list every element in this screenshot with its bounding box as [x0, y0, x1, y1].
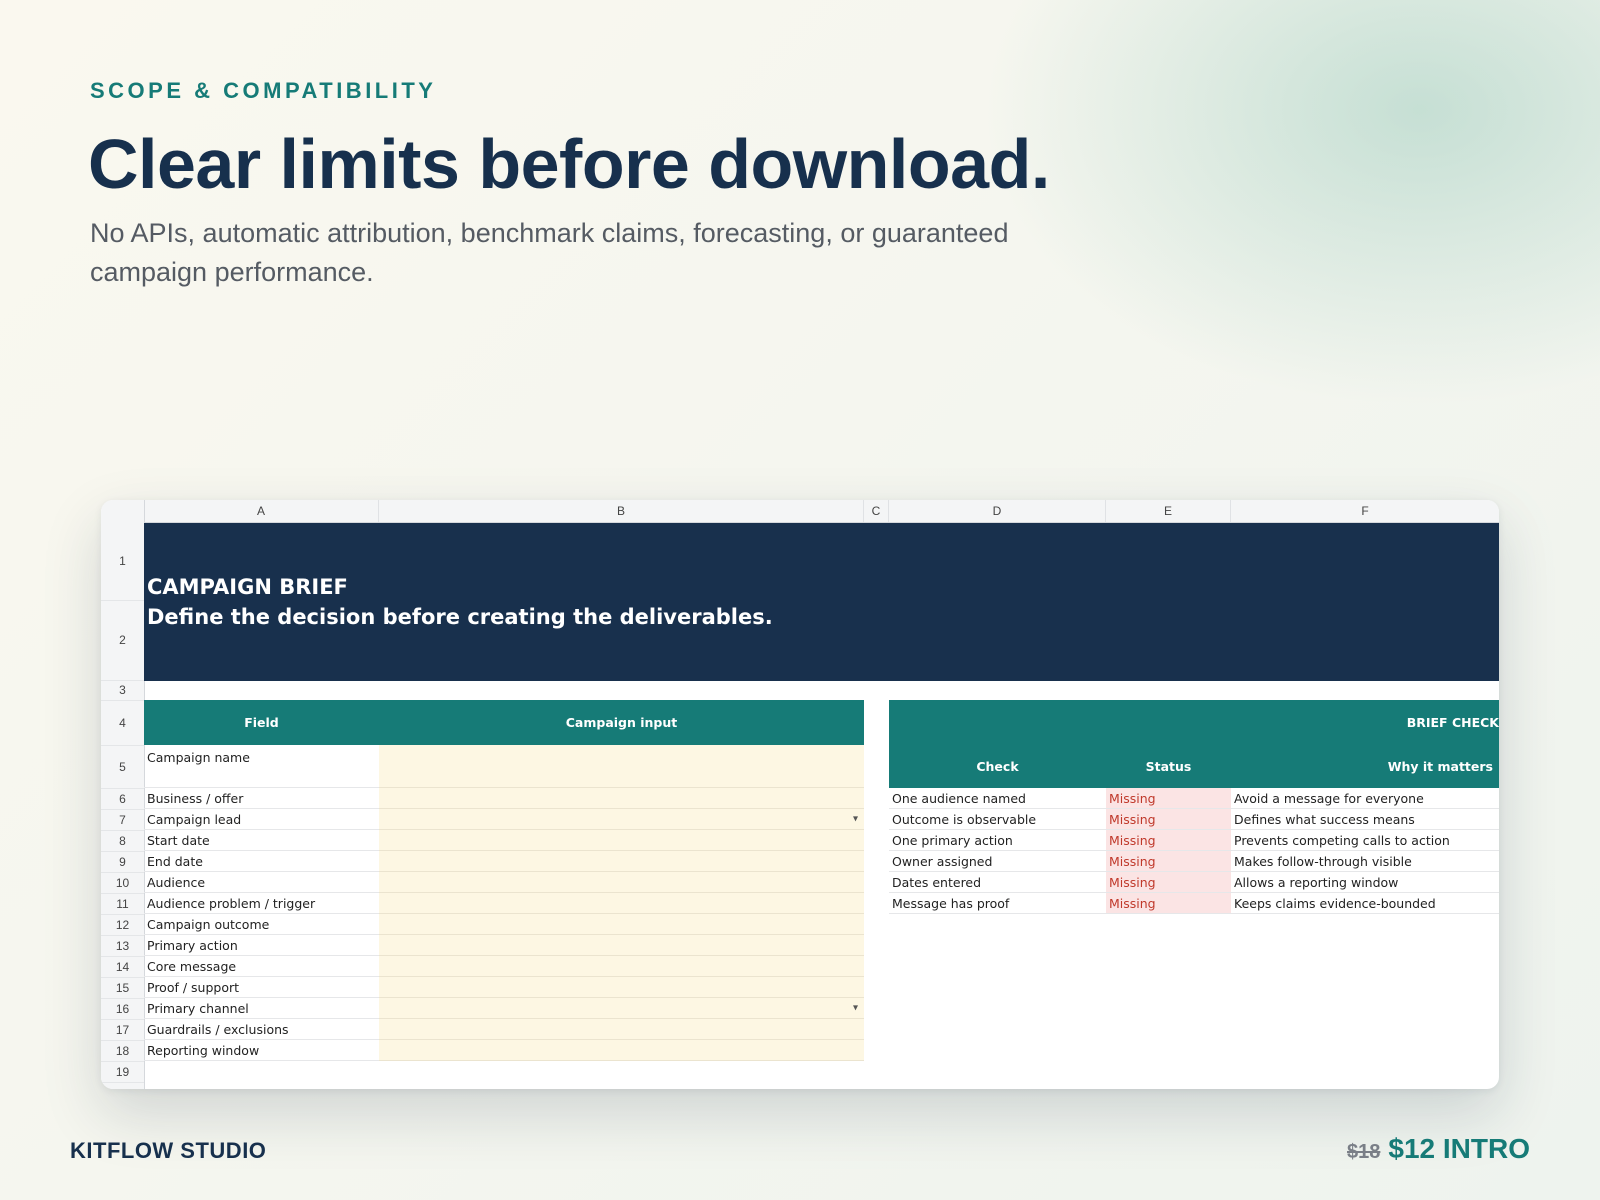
- field-label[interactable]: Primary action: [144, 935, 379, 956]
- why-it-matters-text[interactable]: Avoid a message for everyone: [1231, 788, 1499, 809]
- check-item[interactable]: Message has proof: [889, 893, 1106, 914]
- why-it-matters-text[interactable]: Makes follow-through visible: [1231, 851, 1499, 872]
- campaign-input-cell[interactable]: [379, 788, 864, 809]
- row-header[interactable]: 18: [101, 1040, 144, 1062]
- why-it-matters-column-header[interactable]: Why it matters: [1231, 745, 1499, 788]
- row-header[interactable]: 15: [101, 977, 144, 999]
- check-item[interactable]: One audience named: [889, 788, 1106, 809]
- campaign-input-cell[interactable]: [379, 1040, 864, 1061]
- row-header[interactable]: 17: [101, 1019, 144, 1041]
- row-header[interactable]: 11: [101, 893, 144, 915]
- check-item[interactable]: One primary action: [889, 830, 1106, 851]
- status-badge[interactable]: Missing: [1106, 872, 1231, 893]
- status-badge[interactable]: Missing: [1106, 809, 1231, 830]
- field-label[interactable]: Core message: [144, 956, 379, 977]
- dropdown-arrow-icon[interactable]: ▾: [853, 814, 858, 825]
- column-header-f[interactable]: F: [1231, 500, 1499, 522]
- column-headers: A B C D E F: [101, 500, 1499, 523]
- status-badge[interactable]: Missing: [1106, 893, 1231, 914]
- field-column-header[interactable]: Field: [144, 700, 379, 745]
- eyebrow-label: SCOPE & COMPATIBILITY: [90, 78, 437, 103]
- row-header[interactable]: 9: [101, 851, 144, 873]
- brand-name: KITFLOW STUDIO: [70, 1138, 267, 1163]
- banner-subtitle: Define the decision before creating the …: [147, 605, 773, 629]
- brief-check-title[interactable]: BRIEF CHECK: [889, 700, 1499, 745]
- row-header[interactable]: 12: [101, 914, 144, 936]
- campaign-input-cell[interactable]: ▾: [379, 809, 864, 830]
- why-it-matters-text[interactable]: Defines what success means: [1231, 809, 1499, 830]
- why-it-matters-text[interactable]: Keeps claims evidence-bounded: [1231, 893, 1499, 914]
- headline: Clear limits before download.: [88, 125, 1050, 203]
- column-header-d[interactable]: D: [889, 500, 1106, 522]
- row-header[interactable]: 13: [101, 935, 144, 957]
- field-label[interactable]: Audience problem / trigger: [144, 893, 379, 914]
- campaign-input-cell[interactable]: [379, 745, 864, 788]
- campaign-input-cell[interactable]: [379, 893, 864, 914]
- row-header[interactable]: 2: [101, 600, 144, 681]
- column-header-b[interactable]: B: [379, 500, 864, 522]
- row-header[interactable]: 16: [101, 998, 144, 1020]
- row-header[interactable]: 19: [101, 1061, 144, 1083]
- field-label[interactable]: Business / offer: [144, 788, 379, 809]
- banner-title: CAMPAIGN BRIEF: [147, 575, 348, 599]
- row-header[interactable]: 1: [101, 522, 144, 601]
- why-it-matters-text[interactable]: Allows a reporting window: [1231, 872, 1499, 893]
- price-tag: $18 $12 INTRO: [1347, 1133, 1530, 1165]
- old-price: $18: [1347, 1141, 1381, 1163]
- field-label[interactable]: Audience: [144, 872, 379, 893]
- column-header-a[interactable]: A: [144, 500, 379, 522]
- field-label[interactable]: Campaign name: [144, 745, 379, 788]
- row-headers: 1 2 3 4 5 6 7 8 9 10 11 12 13 14 15 16 1…: [101, 522, 145, 1089]
- campaign-input-cell[interactable]: [379, 914, 864, 935]
- column-header-c[interactable]: C: [864, 500, 889, 522]
- check-column-header[interactable]: Check: [889, 745, 1106, 788]
- field-label[interactable]: Campaign lead: [144, 809, 379, 830]
- status-badge[interactable]: Missing: [1106, 830, 1231, 851]
- field-label[interactable]: Guardrails / exclusions: [144, 1019, 379, 1040]
- check-item[interactable]: Owner assigned: [889, 851, 1106, 872]
- row-header[interactable]: 10: [101, 872, 144, 894]
- intro-price: $12 INTRO: [1388, 1133, 1530, 1164]
- field-label[interactable]: End date: [144, 851, 379, 872]
- check-item[interactable]: Dates entered: [889, 872, 1106, 893]
- status-badge[interactable]: Missing: [1106, 851, 1231, 872]
- row-header[interactable]: 3: [101, 680, 144, 701]
- campaign-input-cell[interactable]: [379, 935, 864, 956]
- why-it-matters-text[interactable]: Prevents competing calls to action: [1231, 830, 1499, 851]
- select-all-corner[interactable]: [101, 500, 145, 522]
- campaign-input-cell[interactable]: [379, 956, 864, 977]
- campaign-brief-banner[interactable]: CAMPAIGN BRIEF Define the decision befor…: [144, 523, 1499, 681]
- field-label[interactable]: Reporting window: [144, 1040, 379, 1061]
- row-header[interactable]: 6: [101, 788, 144, 810]
- spreadsheet-preview: A B C D E F 1 2 3 4 5 6 7 8 9 10 11 12 1…: [101, 500, 1499, 1089]
- status-column-header[interactable]: Status: [1106, 745, 1231, 788]
- campaign-input-column-header[interactable]: Campaign input: [379, 700, 864, 745]
- dropdown-arrow-icon[interactable]: ▾: [853, 1003, 858, 1014]
- row-header[interactable]: 7: [101, 809, 144, 831]
- campaign-input-cell[interactable]: ▾: [379, 998, 864, 1019]
- campaign-input-cell[interactable]: [379, 872, 864, 893]
- campaign-input-cell[interactable]: [379, 1019, 864, 1040]
- field-label[interactable]: Start date: [144, 830, 379, 851]
- subhead: No APIs, automatic attribution, benchmar…: [90, 218, 1009, 287]
- campaign-input-cell[interactable]: [379, 977, 864, 998]
- row-header[interactable]: 4: [101, 700, 144, 746]
- field-label[interactable]: Proof / support: [144, 977, 379, 998]
- row-header[interactable]: 8: [101, 830, 144, 852]
- column-header-e[interactable]: E: [1106, 500, 1231, 522]
- field-label[interactable]: Campaign outcome: [144, 914, 379, 935]
- row-header[interactable]: 14: [101, 956, 144, 978]
- status-badge[interactable]: Missing: [1106, 788, 1231, 809]
- row-header[interactable]: 5: [101, 745, 144, 789]
- campaign-input-cell[interactable]: [379, 830, 864, 851]
- field-label[interactable]: Primary channel: [144, 998, 379, 1019]
- campaign-input-cell[interactable]: [379, 851, 864, 872]
- check-item[interactable]: Outcome is observable: [889, 809, 1106, 830]
